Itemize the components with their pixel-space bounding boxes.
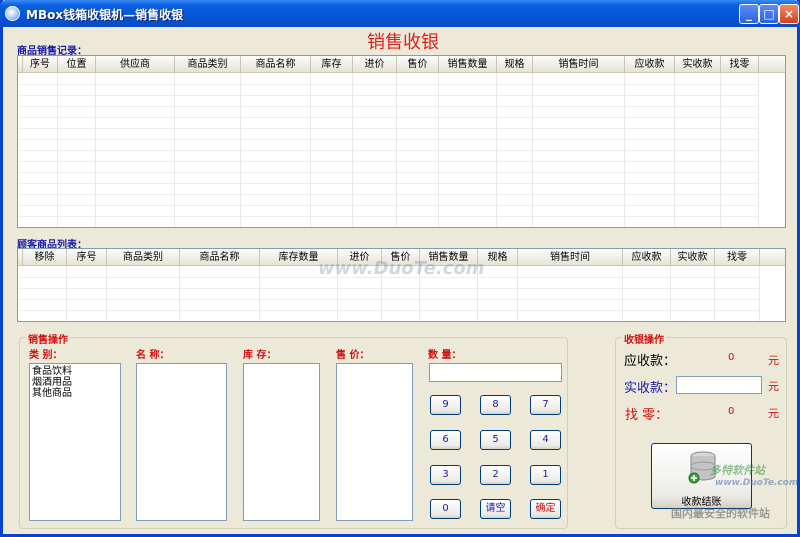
category-item[interactable]: 食品饮料 xyxy=(32,366,118,377)
grid-row-line xyxy=(18,288,760,289)
column-header[interactable]: 规格 xyxy=(497,56,533,73)
column-header[interactable]: 实收款 xyxy=(671,249,715,266)
maximize-icon[interactable]: □ xyxy=(759,4,779,24)
grid-row-line xyxy=(18,139,759,140)
grid-row-line xyxy=(18,299,760,300)
column-header[interactable]: 应收款 xyxy=(623,249,671,266)
column-header[interactable]: 找零 xyxy=(721,56,759,73)
change-label: 找 零： xyxy=(625,408,669,423)
grid-row-line xyxy=(18,183,759,184)
column-header[interactable]: 商品类别 xyxy=(107,249,180,266)
column-header[interactable]: 商品名称 xyxy=(241,56,311,73)
column-header[interactable]: 位置 xyxy=(58,56,96,73)
column-header[interactable]: 商品类别 xyxy=(175,56,241,73)
product-name-list[interactable] xyxy=(136,363,227,521)
grid-row-line xyxy=(18,216,759,217)
grid-column-line xyxy=(179,266,180,321)
column-header[interactable]: 找零 xyxy=(715,249,760,266)
key-5-button[interactable]: 5 xyxy=(480,430,511,450)
quantity-label: 数 量： xyxy=(428,350,462,361)
clear-button[interactable]: 请空 xyxy=(480,499,511,519)
stock-label: 库 存： xyxy=(243,350,277,361)
grid-column-line xyxy=(670,266,671,321)
sales-ops-title: 销售操作 xyxy=(26,331,70,346)
grid-row-line xyxy=(18,84,759,85)
main-window: MBox钱箱收银机—销售收银 _ □ × 销售收银 商品销售记录： 序号 位置 供应… xyxy=(0,0,800,537)
grid-column-line xyxy=(714,266,715,321)
grid-row-line xyxy=(18,117,759,118)
watermark-brand: 多特软件站 xyxy=(710,464,765,477)
key-7-button[interactable]: 7 xyxy=(530,395,561,415)
grid-row-line xyxy=(18,106,759,107)
column-header[interactable]: 销售时间 xyxy=(533,56,625,73)
price-label: 售 价： xyxy=(336,350,370,361)
receivable-unit: 元 xyxy=(768,354,779,367)
key-2-button[interactable]: 2 xyxy=(480,465,511,485)
column-header[interactable]: 供应商 xyxy=(96,56,175,73)
sales-records-grid[interactable]: 序号 位置 供应商 商品类别 商品名称 库存 进价 售价 销售数量 规格 销售时间 应收款 实收款 找零 xyxy=(17,55,786,228)
price-list[interactable] xyxy=(336,363,413,521)
key-4-button[interactable]: 4 xyxy=(530,430,561,450)
category-label: 类 别： xyxy=(29,350,63,361)
grid-row-line xyxy=(18,194,759,195)
watermark-center: www.DuoTe.com xyxy=(318,258,485,279)
grid-column-line xyxy=(517,266,518,321)
column-header[interactable]: 进价 xyxy=(353,56,397,73)
receivable-value: 0 xyxy=(728,352,735,363)
name-label: 名 称： xyxy=(136,350,170,361)
close-icon[interactable]: × xyxy=(779,4,799,24)
grid-row-line xyxy=(18,128,759,129)
change-unit: 元 xyxy=(768,407,779,420)
column-header[interactable]: 序号 xyxy=(67,249,107,266)
column-header[interactable]: 销售时间 xyxy=(518,249,623,266)
app-icon xyxy=(5,6,20,21)
grid-column-line xyxy=(622,266,623,321)
confirm-button[interactable]: 确定 xyxy=(530,499,561,519)
grid-row-line xyxy=(18,205,759,206)
grid-column-line xyxy=(106,266,107,321)
minimize-icon[interactable]: _ xyxy=(739,4,759,24)
category-item[interactable]: 其他商品 xyxy=(32,388,118,399)
watermark-url: www.DuoTe.com xyxy=(715,478,799,488)
grid-row-line xyxy=(18,95,759,96)
column-header[interactable]: 售价 xyxy=(397,56,439,73)
received-unit: 元 xyxy=(768,380,779,393)
page-title: 销售收银 xyxy=(367,32,439,53)
key-1-button[interactable]: 1 xyxy=(530,465,561,485)
watermark-slogan: 国内最安全的软件站 xyxy=(671,507,770,520)
category-list[interactable]: 食品饮料 烟酒用品 其他商品 xyxy=(29,363,121,521)
sales-records-header: 序号 位置 供应商 商品类别 商品名称 库存 进价 售价 销售数量 规格 销售时间 应收款 实收款 找零 xyxy=(18,56,785,73)
grid-row-line xyxy=(18,172,759,173)
column-header[interactable]: 序号 xyxy=(23,56,58,73)
window-title: MBox钱箱收银机—销售收银 xyxy=(26,8,184,22)
key-3-button[interactable]: 3 xyxy=(430,465,461,485)
column-header[interactable]: 销售数量 xyxy=(439,56,497,73)
stock-list[interactable] xyxy=(243,363,320,521)
title-bar[interactable]: MBox钱箱收银机—销售收银 _ □ × xyxy=(0,0,800,27)
grid-column-line xyxy=(259,266,260,321)
quantity-input[interactable] xyxy=(429,363,562,382)
grid-column-line xyxy=(759,266,760,321)
column-header[interactable]: 商品名称 xyxy=(180,249,260,266)
column-header[interactable]: 应收款 xyxy=(625,56,675,73)
cashier-ops-title: 收银操作 xyxy=(622,331,666,346)
grid-row-line xyxy=(18,150,759,151)
column-header[interactable]: 库存 xyxy=(311,56,353,73)
grid-column-line xyxy=(66,266,67,321)
category-item[interactable]: 烟酒用品 xyxy=(32,377,118,388)
grid-row-line xyxy=(18,310,760,311)
column-header[interactable]: 实收款 xyxy=(675,56,721,73)
change-value: 0 xyxy=(728,406,735,417)
grid-row-line xyxy=(18,161,759,162)
received-label: 实收款： xyxy=(624,381,677,396)
key-6-button[interactable]: 6 xyxy=(430,430,461,450)
receivable-label: 应收款： xyxy=(624,354,677,369)
key-8-button[interactable]: 8 xyxy=(480,395,511,415)
received-input[interactable] xyxy=(676,376,762,394)
key-9-button[interactable]: 9 xyxy=(430,395,461,415)
key-0-button[interactable]: 0 xyxy=(430,499,461,519)
column-header[interactable]: 移除 xyxy=(23,249,67,266)
